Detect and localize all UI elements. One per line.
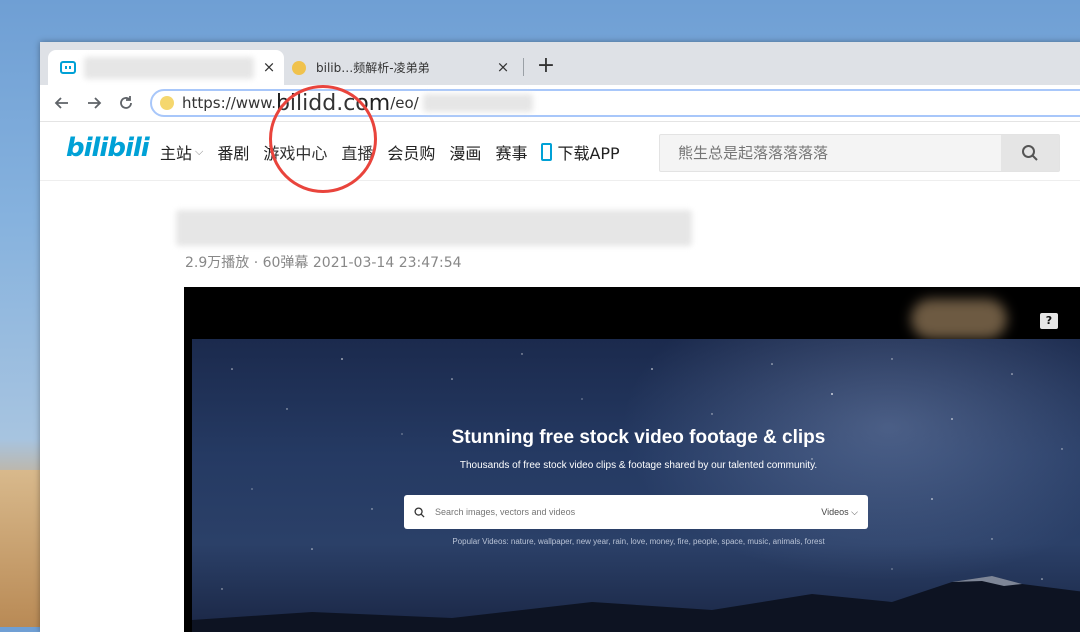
video-title-blurred: [176, 210, 692, 246]
help-icon[interactable]: ?: [1040, 313, 1058, 329]
chevron-down-icon: ⌵: [195, 145, 204, 158]
forward-button[interactable]: [82, 91, 106, 115]
reload-button[interactable]: [114, 91, 138, 115]
nav-label: 下载APP: [557, 144, 620, 163]
uploader-badge-blurred: [911, 299, 1007, 339]
nav-item-esports[interactable]: 赛事: [495, 140, 527, 164]
nav-item-main[interactable]: 主站 ⌵: [160, 140, 203, 164]
hero-title: Stunning free stock video footage & clip…: [451, 427, 826, 448]
reload-icon: [120, 96, 132, 109]
mountain-silhouette: [192, 576, 1080, 632]
tab-close-icon[interactable]: ×: [260, 58, 278, 76]
back-button[interactable]: [50, 91, 74, 115]
hero-search-bar: Videos ⌵: [404, 495, 868, 529]
search-button[interactable]: [1001, 135, 1059, 171]
tab-title: bilib…频解析-凌弟弟: [316, 61, 430, 75]
nav-label: 主站: [160, 144, 193, 163]
search-icon: [414, 506, 425, 518]
video-player[interactable]: ? Stunning free stock video footage & cl…: [184, 287, 1080, 632]
url-path-blurred: [422, 94, 533, 112]
bilibili-nav: 主站 ⌵ 番剧 游戏中心 直播 会员购 漫画 赛事 下载APP: [160, 140, 634, 164]
bilibili-header: bilibili 主站 ⌵ 番剧 游戏中心 直播 会员购 漫画 赛事 下载APP: [40, 122, 1080, 181]
bilibili-tv-icon: [60, 61, 76, 74]
hero-search-input[interactable]: [433, 506, 822, 518]
nav-item-mall[interactable]: 会员购: [387, 140, 435, 164]
tab-title-blurred: [84, 56, 254, 79]
chevron-down-icon: ⌵: [851, 506, 858, 517]
nav-label: 番剧: [217, 144, 250, 163]
nav-label: 漫画: [449, 144, 482, 163]
tab-close-icon[interactable]: ×: [494, 58, 512, 76]
phone-icon: [541, 143, 553, 161]
nav-label: 会员购: [387, 144, 436, 163]
browser-toolbar: https://www. bilidd.com /eo/: [40, 85, 1080, 122]
search-input[interactable]: [660, 134, 1001, 172]
popular-videos-line: Popular Videos: nature, wallpaper, new y…: [452, 537, 825, 546]
search-icon: [1022, 145, 1038, 161]
bilibili-logo[interactable]: bilibili: [66, 133, 150, 163]
search-type-dropdown[interactable]: Videos ⌵: [821, 507, 858, 518]
tab-active[interactable]: ×: [48, 50, 284, 85]
tab-strip: × bilib…频解析-凌弟弟 × +: [40, 42, 1080, 85]
nav-item-download-app[interactable]: 下载APP: [541, 140, 620, 164]
nav-item-anime[interactable]: 番剧: [217, 140, 249, 164]
video-meta: 2.9万播放 · 60弹幕 2021-03-14 23:47:54: [185, 255, 462, 271]
site-favicon-icon: [160, 96, 174, 110]
tab-favicon-icon: [292, 60, 306, 75]
hero-subtitle: Thousands of free stock video clips & fo…: [459, 460, 818, 471]
url-highlight-ring: [269, 85, 377, 193]
browser-window: × bilib…频解析-凌弟弟 × + https://www. bilidd.…: [40, 42, 1080, 632]
url-path: /eo/: [390, 94, 419, 112]
arrow-left-icon: [54, 97, 68, 109]
nav-label: 赛事: [495, 144, 528, 163]
tab-second[interactable]: bilib…频解析-凌弟弟 ×: [284, 50, 518, 85]
arrow-right-icon: [88, 97, 102, 109]
bilibili-search: [659, 134, 1060, 172]
tab-separator: [523, 58, 524, 76]
video-frame: Stunning free stock video footage & clip…: [192, 339, 1080, 632]
search-type-label: Videos: [821, 506, 849, 517]
url-prefix: https://www.: [182, 94, 276, 112]
new-tab-button[interactable]: +: [534, 53, 558, 78]
nav-item-manga[interactable]: 漫画: [449, 140, 481, 164]
